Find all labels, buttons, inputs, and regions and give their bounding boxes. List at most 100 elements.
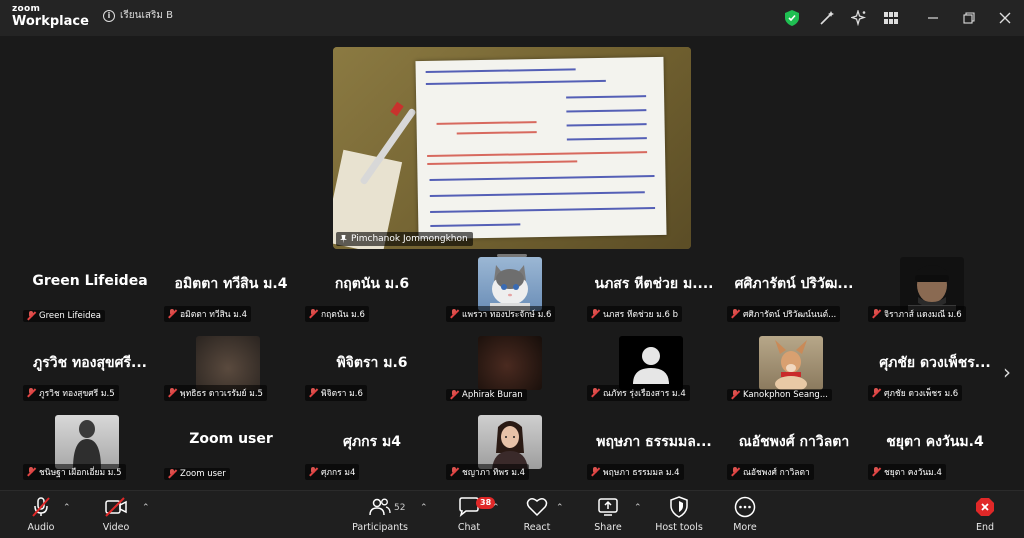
- participant-display-name: ศุภชัย ดวงเพ็ชร...: [879, 355, 991, 371]
- muted-mic-icon: [871, 388, 881, 398]
- magic-wand-icon[interactable]: [818, 9, 836, 27]
- participant-video: [196, 336, 260, 390]
- participant-display-name: ภูรวิช ทองสุขศรี...: [33, 355, 147, 371]
- participant-name: Green Lifeidea: [39, 311, 101, 321]
- participant-display-name: ชยุตา คงวันม.4: [886, 434, 984, 450]
- ai-companion-icon[interactable]: [850, 9, 868, 27]
- meeting-info[interactable]: i เรียนเสริม B: [103, 8, 173, 23]
- participant-tile[interactable]: แพรวา ทองประจักษ์ ม.6: [443, 257, 583, 325]
- share-options-caret-icon[interactable]: ⌃: [634, 503, 642, 513]
- participant-tile[interactable]: Zoom user Zoom user: [161, 415, 301, 483]
- muted-mic-icon: [167, 388, 177, 398]
- participant-tile[interactable]: Aphirak Buran: [443, 336, 583, 404]
- video-options-caret-icon[interactable]: ⌃: [142, 503, 150, 513]
- participant-tile[interactable]: จิราภาส์ แดงมณี ม.6: [865, 257, 1005, 325]
- participant-label: ชญาภา ทิพร ม.4: [446, 464, 530, 480]
- participant-tile[interactable]: ชญาภา ทิพร ม.4: [443, 415, 583, 483]
- participant-label: ณภัทร รุ่งเรืองสาร ม.4: [587, 385, 690, 401]
- participant-label: พุทธิธร ดาวเรรัมย์ ม.5: [164, 385, 267, 401]
- participant-display-name: พิจิตรา ม.6: [336, 355, 408, 371]
- participants-icon: [369, 498, 391, 516]
- muted-mic-icon: [449, 390, 459, 400]
- muted-mic-icon: [26, 467, 36, 477]
- participant-tile[interactable]: Green Lifeidea Green Lifeidea: [20, 257, 160, 325]
- participant-name: ชนิษฐา เผือกเอี่ยม ม.5: [39, 468, 122, 478]
- video-button[interactable]: Video: [81, 495, 151, 535]
- muted-mic-icon: [167, 469, 177, 479]
- participant-label: ชนิษฐา เผือกเอี่ยม ม.5: [23, 464, 126, 480]
- share-label: Share: [594, 522, 622, 533]
- end-meeting-icon: [976, 498, 994, 516]
- participant-name: แพรวา ทองประจักษ์ ม.6: [462, 310, 552, 320]
- participant-tile[interactable]: ศศิภารัตน์ ปริวัฒ... ศศิภารัตน์ ปริวัฒน์…: [724, 257, 864, 325]
- participant-tile[interactable]: อมิตตา ทวีสิน ม.4 อมิตตา ทวีสิน ม.4: [161, 257, 301, 325]
- participant-tile[interactable]: ชยุตา คงวันม.4 ชยุตา คงวันม.4: [865, 415, 1005, 483]
- chat-button[interactable]: 38 Chat: [434, 495, 504, 535]
- participant-tile[interactable]: พิจิตรา ม.6 พิจิตรา ม.6: [302, 336, 442, 404]
- participants-count: 52: [394, 503, 406, 513]
- end-meeting-button[interactable]: End: [950, 495, 1020, 535]
- participant-tile[interactable]: ณภัทร รุ่งเรืองสาร ม.4: [584, 336, 724, 404]
- restore-icon[interactable]: [960, 9, 978, 27]
- more-button[interactable]: More: [710, 495, 780, 535]
- audio-label: Audio: [27, 522, 55, 533]
- participant-name: พฤษภา ธรรมมล ม.4: [603, 468, 680, 478]
- muted-mic-icon: [730, 390, 740, 400]
- next-page-chevron-icon[interactable]: ›: [1003, 362, 1019, 382]
- host-tools-label: Host tools: [655, 522, 703, 533]
- audio-button[interactable]: Audio: [6, 495, 76, 535]
- participant-display-name: ณอัชพงศ์ กาวิลตา: [738, 434, 850, 450]
- participant-video: [478, 415, 542, 469]
- participant-name: ศศิภารัตน์ ปริวัฒน์นนต์...: [743, 310, 837, 320]
- participant-display-name: พฤษภา ธรรมมล...: [596, 434, 712, 450]
- participant-name: พุทธิธร ดาวเรรัมย์ ม.5: [180, 389, 263, 399]
- react-button[interactable]: React: [502, 495, 572, 535]
- participant-label: Aphirak Buran: [446, 389, 527, 401]
- participant-display-name: ศศิภารัตน์ ปริวัฒ...: [734, 276, 854, 292]
- participant-tile[interactable]: กฤตนัน ม.6 กฤตนัน ม.6: [302, 257, 442, 325]
- participants-options-caret-icon[interactable]: ⌃: [420, 503, 428, 513]
- participant-tile[interactable]: ศุภกร ม4 ศุภกร ม4: [302, 415, 442, 483]
- participant-tile[interactable]: ภูรวิช ทองสุขศรี... ภูรวิช ทองสุขศรี ม.5: [20, 336, 160, 404]
- participant-label: ศศิภารัตน์ ปริวัฒน์นนต์...: [727, 306, 841, 322]
- muted-mic-icon: [590, 467, 600, 477]
- participant-tile[interactable]: ชนิษฐา เผือกเอี่ยม ม.5: [20, 415, 160, 483]
- host-tools-button[interactable]: Host tools: [644, 495, 714, 535]
- participant-name: Aphirak Buran: [462, 390, 523, 400]
- shared-video-tile[interactable]: Pimchanok Jommongkhon: [333, 47, 691, 249]
- close-icon[interactable]: [996, 9, 1014, 27]
- video-off-icon: [105, 497, 127, 517]
- participant-tile[interactable]: ศุภชัย ดวงเพ็ชร... ศุภชัย ดวงเพ็ชร ม.6: [865, 336, 1005, 404]
- title-bar: zoom Workplace i เรียนเสริม B: [0, 0, 1024, 36]
- muted-mic-icon: [26, 311, 36, 321]
- gallery-view-icon[interactable]: [882, 9, 900, 27]
- participant-tile[interactable]: พฤษภา ธรรมมล... พฤษภา ธรรมมล ม.4: [584, 415, 724, 483]
- muted-mic-icon: [308, 309, 318, 319]
- participant-tile[interactable]: นภสร หีตช่วย ม.... นภสร หีตช่วย ม.6 b: [584, 257, 724, 325]
- participant-label: กฤตนัน ม.6: [305, 306, 369, 322]
- participants-button[interactable]: Participants: [345, 495, 415, 535]
- participant-video: [759, 336, 823, 390]
- muted-mic-icon: [26, 388, 36, 398]
- participant-label: Green Lifeidea: [23, 310, 105, 322]
- participant-display-name: Green Lifeidea: [32, 273, 148, 289]
- encryption-shield-icon[interactable]: [783, 9, 801, 27]
- muted-microphone-icon: [32, 497, 50, 517]
- participant-label: พิจิตรา ม.6: [305, 385, 367, 401]
- participant-tile[interactable]: Kanokphon Seang...: [724, 336, 864, 404]
- audio-options-caret-icon[interactable]: ⌃: [63, 503, 71, 513]
- chat-options-caret-icon[interactable]: ⌃: [492, 503, 500, 513]
- participant-video: [55, 415, 119, 469]
- presenter-name-tag: Pimchanok Jommongkhon: [336, 232, 473, 246]
- end-label: End: [975, 522, 995, 533]
- participant-tile[interactable]: พุทธิธร ดาวเรรัมย์ ม.5: [161, 336, 301, 404]
- participant-tile[interactable]: ณอัชพงศ์ กาวิลตา ณอัชพงศ์ กาวิลตา: [724, 415, 864, 483]
- participant-name: ภูรวิช ทองสุขศรี ม.5: [39, 389, 115, 399]
- muted-mic-icon: [590, 388, 600, 398]
- presenter-name: Pimchanok Jommongkhon: [351, 234, 468, 244]
- minimize-icon[interactable]: [924, 9, 942, 27]
- share-screen-icon: [598, 498, 618, 516]
- share-button[interactable]: Share: [573, 495, 643, 535]
- muted-mic-icon: [308, 467, 318, 477]
- react-options-caret-icon[interactable]: ⌃: [556, 503, 564, 513]
